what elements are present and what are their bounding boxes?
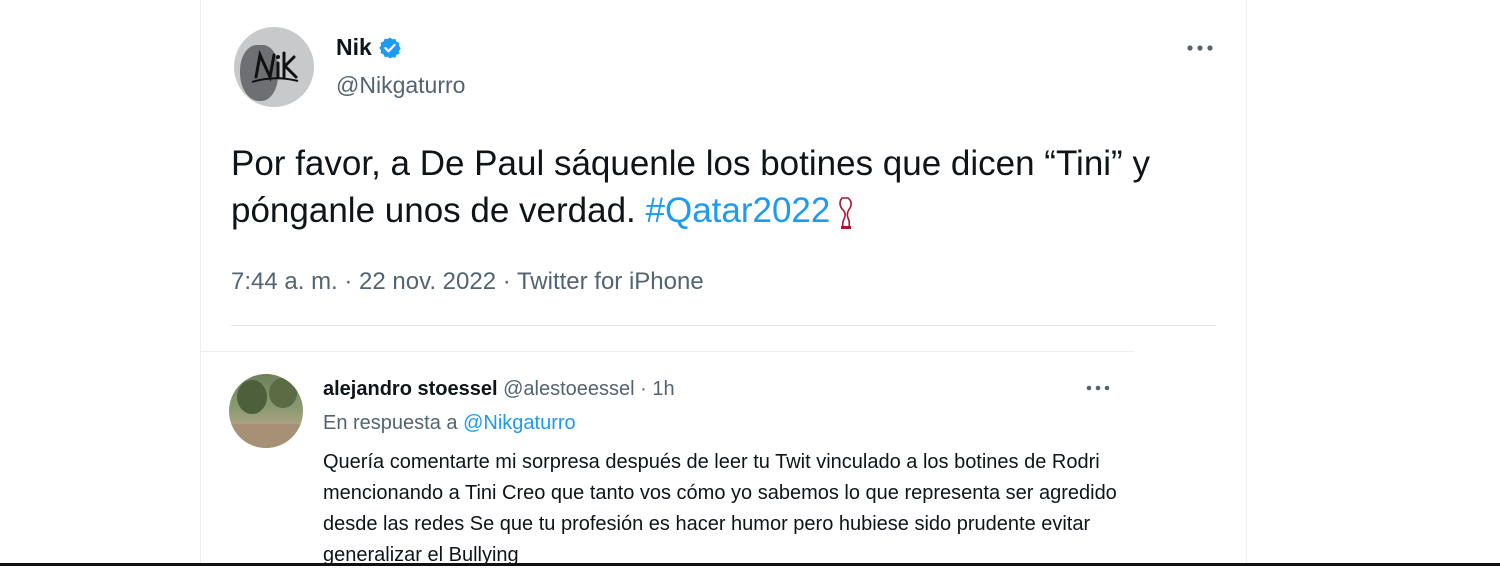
avatar-tree [269, 378, 297, 408]
replying-to: En respuesta a @Nikgaturro [323, 412, 576, 435]
hashtag-link[interactable]: #Qatar2022 [646, 191, 831, 230]
tweet-text: Por favor, a De Paul sáquenle los botine… [231, 140, 1191, 234]
author-name-row[interactable]: Nik [336, 34, 402, 61]
reply-header: alejandro stoessel @alestoeessel · 1h [323, 378, 675, 401]
author-handle[interactable]: @Nikgaturro [336, 72, 465, 99]
avatar-tree [237, 380, 267, 414]
more-horizontal-icon[interactable] [1084, 380, 1112, 396]
reply-author-name[interactable]: alejandro stoessel [323, 378, 498, 400]
divider [231, 325, 1216, 326]
reply-author-handle[interactable]: @alestoeessel [503, 378, 634, 400]
author-avatar[interactable] [234, 27, 314, 107]
verified-badge-icon [378, 37, 401, 58]
replying-to-prefix: En respuesta a [323, 412, 464, 434]
nik-signature-logo [251, 50, 299, 83]
tweet-card: Nik @Nikgaturro Por favor, a De Paul sáq… [200, 0, 1247, 566]
replying-to-mention[interactable]: @Nikgaturro [463, 412, 576, 434]
reply-tweet[interactable]: alejandro stoessel @alestoeessel · 1h En… [201, 351, 1134, 567]
separator-dot: · [634, 378, 653, 400]
author-name[interactable]: Nik [336, 34, 372, 61]
world-cup-trophy-icon [839, 196, 853, 229]
reply-author-avatar[interactable] [229, 374, 303, 448]
avatar-ground [229, 424, 303, 448]
tweet-meta[interactable]: 7:44 a. m. · 22 nov. 2022 · Twitter for … [231, 268, 704, 296]
reply-text: Quería comentarte mi sorpresa después de… [323, 451, 1117, 566]
more-horizontal-icon[interactable] [1184, 38, 1216, 58]
reply-time[interactable]: 1h [652, 378, 674, 400]
